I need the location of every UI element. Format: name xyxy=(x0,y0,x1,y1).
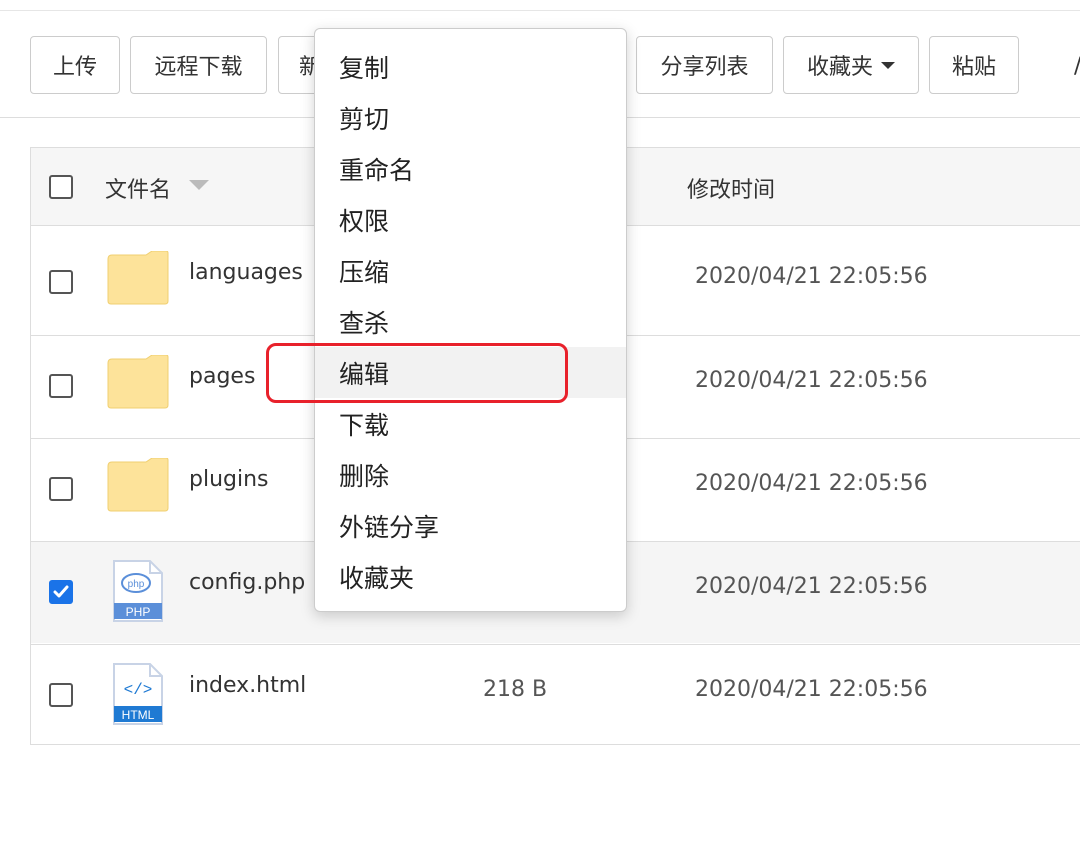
php-label-text: PHP xyxy=(126,605,151,619)
upload-button[interactable]: 上传 xyxy=(30,36,120,94)
file-name[interactable]: pages xyxy=(189,364,255,389)
file-size: 218 B xyxy=(483,677,548,702)
html-label-text: HTML xyxy=(122,708,155,722)
html-file-icon: </> HTML xyxy=(113,663,163,725)
top-divider xyxy=(0,10,1080,11)
menu-item-rename[interactable]: 重命名 xyxy=(315,143,626,194)
menu-item-compress[interactable]: 压缩 xyxy=(315,245,626,296)
column-header-name[interactable]: 文件名 xyxy=(105,172,171,204)
php-file-icon: php PHP xyxy=(113,560,163,622)
row-checkbox[interactable] xyxy=(49,683,73,707)
row-checkbox[interactable] xyxy=(49,270,73,294)
menu-item-cut[interactable]: 剪切 xyxy=(315,92,626,143)
php-badge-text: php xyxy=(128,579,145,590)
file-modified-time: 2020/04/21 22:05:56 xyxy=(695,471,928,496)
file-modified-time: 2020/04/21 22:05:56 xyxy=(695,574,928,599)
html-badge-text: </> xyxy=(124,681,153,699)
menu-item-edit[interactable]: 编辑 xyxy=(315,347,626,398)
folder-icon xyxy=(107,458,169,512)
menu-item-scan[interactable]: 查杀 xyxy=(315,296,626,347)
file-name[interactable]: config.php xyxy=(189,570,305,595)
menu-item-download[interactable]: 下载 xyxy=(315,398,626,449)
menu-item-permissions[interactable]: 权限 xyxy=(315,194,626,245)
menu-item-external-share[interactable]: 外链分享 xyxy=(315,500,626,551)
folder-icon xyxy=(107,355,169,409)
favorites-dropdown-button[interactable]: 收藏夹 xyxy=(783,36,919,94)
remote-download-button[interactable]: 远程下载 xyxy=(130,36,267,94)
context-menu: 复制 剪切 重命名 权限 压缩 查杀 编辑 下载 删除 外链分享 收藏夹 xyxy=(314,28,627,612)
file-name[interactable]: languages xyxy=(189,260,303,285)
row-checkbox[interactable] xyxy=(49,374,73,398)
menu-item-delete[interactable]: 删除 xyxy=(315,449,626,500)
toolbar-overflow-icon: / xyxy=(1074,54,1080,79)
menu-item-copy[interactable]: 复制 xyxy=(315,41,626,92)
folder-icon xyxy=(107,251,169,305)
row-checkbox[interactable] xyxy=(49,477,73,501)
menu-item-favorites[interactable]: 收藏夹 xyxy=(315,551,626,602)
file-name[interactable]: plugins xyxy=(189,467,269,492)
paste-button[interactable]: 粘贴 xyxy=(929,36,1019,94)
share-list-button[interactable]: 分享列表 xyxy=(636,36,773,94)
table-row[interactable]: </> HTML index.html 218 B 2020/04/21 22:… xyxy=(31,644,1080,746)
file-manager-page: 上传 远程下载 新 分享列表 收藏夹 粘贴 / 文件名 修改时间 languag… xyxy=(0,0,1080,868)
file-modified-time: 2020/04/21 22:05:56 xyxy=(695,264,928,289)
favorites-label: 收藏夹 xyxy=(806,55,873,80)
checkmark-icon xyxy=(53,585,69,598)
file-name[interactable]: index.html xyxy=(189,673,306,698)
select-all-checkbox[interactable] xyxy=(49,175,73,199)
file-modified-time: 2020/04/21 22:05:56 xyxy=(695,368,928,393)
file-modified-time: 2020/04/21 22:05:56 xyxy=(695,677,928,702)
sort-caret-icon[interactable] xyxy=(189,180,209,190)
row-checkbox-checked[interactable] xyxy=(49,580,73,604)
column-header-modified[interactable]: 修改时间 xyxy=(687,172,775,204)
caret-down-icon xyxy=(881,61,895,69)
